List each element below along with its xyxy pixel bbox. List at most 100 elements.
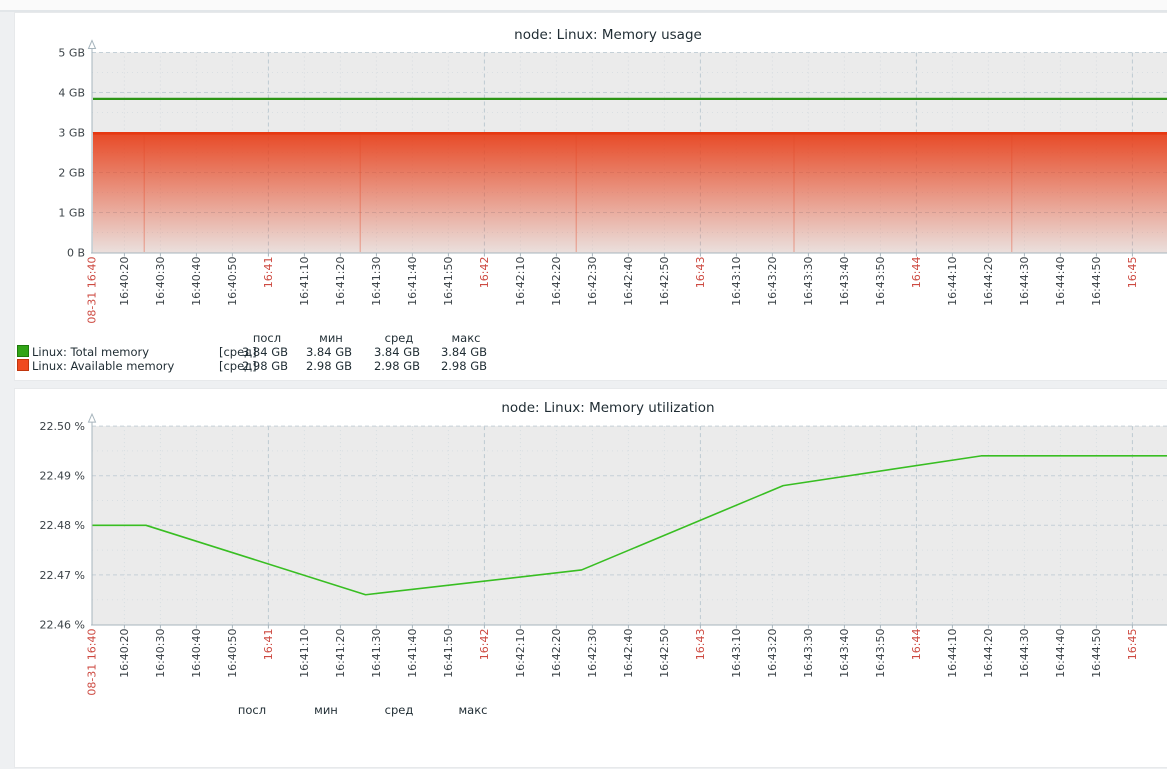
x-axis-label: 16:40:20 [118, 257, 131, 306]
x-axis-label: 16:43 [694, 629, 707, 661]
y-axis-arrow-icon [89, 414, 96, 422]
memory-usage-chart[interactable]: 08-31 16:4016:40:2016:40:3016:40:4016:40… [15, 13, 1167, 380]
x-axis-label: 16:43:20 [766, 629, 779, 678]
x-axis-label: 16:43:10 [730, 257, 743, 306]
x-axis-label: 16:43:30 [802, 629, 815, 678]
x-axis-label: 16:44:50 [1090, 257, 1103, 306]
legend-value: 3.84 GB [348, 345, 420, 359]
x-axis-label: 16:44:20 [982, 629, 995, 678]
legend-value: 2.98 GB [348, 359, 420, 373]
chart-title: node: Linux: Memory utilization [501, 400, 714, 416]
legend-series-name: Linux: Total memory [32, 345, 149, 359]
x-axis-label: 16:44:30 [1018, 257, 1031, 306]
x-axis-label: 16:41:10 [298, 629, 311, 678]
x-axis-label: 16:40:30 [154, 629, 167, 678]
legend-value: 3.84 GB [216, 345, 288, 359]
legend-header-макс: макс [426, 331, 506, 345]
legend-value: 2.98 GB [415, 359, 487, 373]
x-axis-label: 16:42:20 [550, 629, 563, 678]
available-memory-area [93, 133, 1167, 252]
legend-value: 3.84 GB [415, 345, 487, 359]
x-axis-label: 16:44:10 [946, 257, 959, 306]
x-axis-label: 16:43:50 [874, 257, 887, 306]
x-axis-label: 16:41:40 [406, 629, 419, 678]
x-axis-labels: 08-31 16:40 16:40:20 16:40:30 16:40:40 16:40… [86, 629, 1139, 696]
x-axis-label: 16:40:50 [226, 257, 239, 306]
x-axis-label: 16:42:10 [514, 629, 527, 678]
y-axis-labels: 5 GB 4 GB 3 GB 2 GB 1 GB 0 B [58, 46, 85, 259]
x-axis-label: 16:40:20 [118, 629, 131, 678]
legend-value: 2.98 GB [280, 359, 352, 373]
x-axis-label: 16:42:50 [658, 629, 671, 678]
y-axis-label: 22.47 % [40, 569, 85, 582]
x-axis-label: 16:44:10 [946, 629, 959, 678]
x-axis-label: 16:44:40 [1054, 257, 1067, 306]
x-axis-label: 16:43:40 [838, 257, 851, 306]
x-tick-marks [124, 626, 1167, 629]
y-axis-label: 5 GB [58, 46, 85, 59]
y-axis-label: 0 B [67, 246, 85, 259]
legend-value: 3.84 GB [280, 345, 352, 359]
x-axis-label: 16:44 [910, 629, 923, 661]
legend-series-name: Linux: Available memory [32, 359, 174, 373]
y-axis-arrow-icon [89, 41, 96, 49]
x-axis-label: 16:43:30 [802, 257, 815, 306]
x-axis-label: 16:41:40 [406, 257, 419, 306]
x-axis-label: 16:43 [694, 257, 707, 289]
x-axis-label: 08-31 16:40 [86, 629, 99, 696]
y-axis-label: 3 GB [58, 126, 85, 139]
legend-value: 2.98 GB [216, 359, 288, 373]
x-axis-label: 16:43:20 [766, 257, 779, 306]
x-axis-label: 16:45 [1126, 629, 1139, 661]
x-axis-label: 16:42:10 [514, 257, 527, 306]
x-axis-label: 08-31 16:40 [86, 257, 99, 324]
x-axis-label: 16:45 [1126, 257, 1139, 289]
memory-utilization-widget: 08-31 16:40 16:40:20 16:40:30 16:40:40 16:40… [14, 388, 1167, 768]
legend-header-макс: макс [433, 703, 513, 717]
memory-utilization-chart[interactable]: 08-31 16:40 16:40:20 16:40:30 16:40:40 16:40… [15, 389, 1167, 767]
x-axis-label: 16:40:30 [154, 257, 167, 306]
x-axis-label: 16:42:40 [622, 257, 635, 306]
y-axis-label: 4 GB [58, 86, 85, 99]
top-bar [0, 0, 1167, 12]
x-axis-label: 16:41:20 [334, 629, 347, 678]
x-axis-label: 16:41:50 [442, 629, 455, 678]
x-axis-label: 16:40:50 [226, 629, 239, 678]
y-axis-label: 22.49 % [40, 470, 85, 483]
x-axis-label: 16:44:50 [1090, 629, 1103, 678]
y-axis-label: 22.50 % [40, 420, 85, 433]
x-axis-label: 16:41 [262, 257, 275, 289]
chart-title: node: Linux: Memory usage [514, 27, 702, 43]
x-axis-label: 16:41:30 [370, 629, 383, 678]
legend-header-сред: сред [359, 703, 439, 717]
x-axis-label: 16:43:40 [838, 629, 851, 678]
x-axis-labels: 08-31 16:4016:40:2016:40:3016:40:4016:40… [86, 257, 1139, 324]
x-axis-label: 16:42:30 [586, 257, 599, 306]
x-axis-label: 16:42 [478, 629, 491, 661]
legend-header-посл: посл [212, 703, 292, 717]
x-axis-label: 16:43:50 [874, 629, 887, 678]
y-axis-label: 2 GB [58, 166, 85, 179]
x-axis-label: 16:43:10 [730, 629, 743, 678]
x-axis-label: 16:44:20 [982, 257, 995, 306]
graph-canvas: 08-31 16:40 16:40:20 16:40:30 16:40:40 16:40… [15, 389, 1167, 769]
x-axis-label: 16:42:30 [586, 629, 599, 678]
x-axis-label: 16:42:40 [622, 629, 635, 678]
x-axis-label: 16:41:50 [442, 257, 455, 306]
y-axis-label: 1 GB [58, 206, 85, 219]
memory-usage-widget: 08-31 16:4016:40:2016:40:3016:40:4016:40… [14, 12, 1167, 381]
x-axis-label: 16:44:40 [1054, 629, 1067, 678]
x-axis-label: 16:41:20 [334, 257, 347, 306]
x-axis-label: 16:41:10 [298, 257, 311, 306]
x-axis-label: 16:40:40 [190, 629, 203, 678]
x-axis-label: 16:42:20 [550, 257, 563, 306]
x-axis-label: 16:44 [910, 257, 923, 289]
y-axis-label: 22.48 % [40, 519, 85, 532]
legend-color-swatch [17, 359, 29, 371]
graph-canvas: 08-31 16:4016:40:2016:40:3016:40:4016:40… [15, 13, 1167, 382]
x-tick-marks [124, 254, 1167, 257]
x-axis-label: 16:42 [478, 257, 491, 289]
x-axis-label: 16:42:50 [658, 257, 671, 306]
legend-header-мин: мин [286, 703, 366, 717]
x-axis-label: 16:41:30 [370, 257, 383, 306]
